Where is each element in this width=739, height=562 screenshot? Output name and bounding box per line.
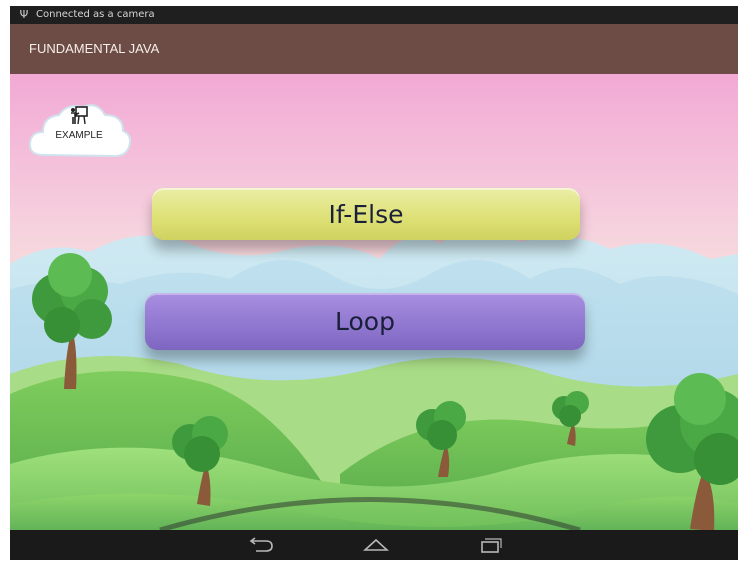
navigation-bar — [10, 530, 738, 560]
if-else-button[interactable]: If-Else — [152, 188, 580, 240]
home-icon[interactable] — [362, 536, 390, 554]
status-text: Connected as a camera — [36, 9, 155, 20]
usb-icon: Ψ — [19, 8, 29, 21]
teacher-board-icon — [71, 106, 88, 125]
device-screen: Ψ Connected as a camera FUNDAMENTAL JAVA — [10, 6, 738, 560]
recent-apps-icon[interactable] — [476, 536, 504, 554]
loop-label: Loop — [335, 307, 395, 336]
status-bar: Ψ Connected as a camera — [10, 6, 738, 24]
back-icon[interactable] — [248, 536, 276, 554]
if-else-label: If-Else — [328, 199, 404, 229]
action-bar: FUNDAMENTAL JAVA — [10, 24, 738, 74]
loop-button[interactable]: Loop — [145, 293, 585, 350]
app-title: FUNDAMENTAL JAVA — [29, 41, 160, 56]
example-label: EXAMPLE — [55, 130, 103, 141]
example-button[interactable]: EXAMPLE — [25, 99, 133, 169]
